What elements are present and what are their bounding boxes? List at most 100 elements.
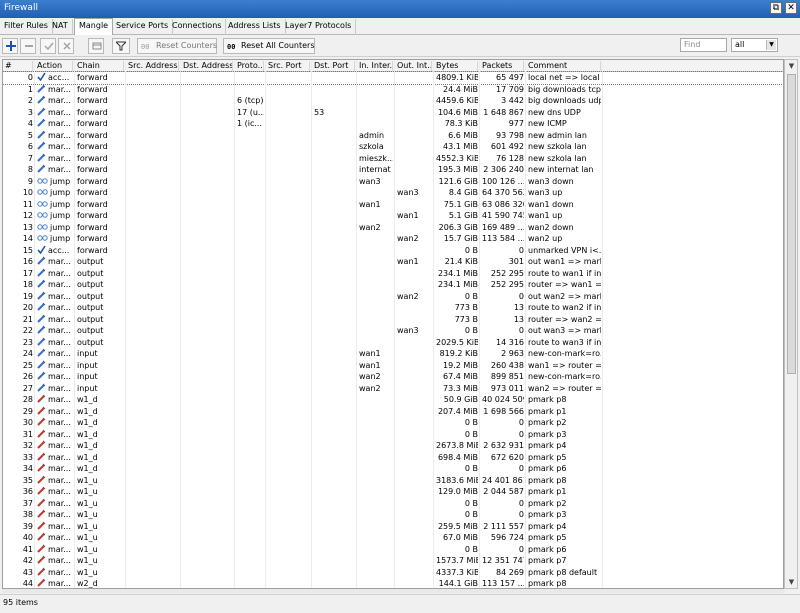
cell-num: 29 <box>22 406 33 416</box>
column-header-in-interface[interactable]: In. Inter... <box>357 61 393 72</box>
column-separator <box>479 60 480 588</box>
cell-chain: input <box>77 383 98 393</box>
action-label: mar... <box>48 383 71 393</box>
cell-packets: 17 709 <box>496 84 524 94</box>
column-header-out-interface[interactable]: Out. Int... <box>395 61 432 72</box>
cell-out-interface <box>397 498 432 509</box>
cell-dst-address <box>183 84 233 95</box>
column-header-protocol[interactable]: Proto... <box>235 61 264 72</box>
reset-counters-button[interactable]: 00 Reset Counters <box>137 38 217 54</box>
cell-src-port <box>268 555 310 566</box>
cell-protocol <box>237 509 264 520</box>
cell-num: 0 <box>27 73 33 82</box>
vertical-scrollbar[interactable]: ▼ ▼ <box>784 59 798 589</box>
tab-connections[interactable]: Connections <box>168 19 227 35</box>
restore-button[interactable]: ⧉ <box>770 2 782 14</box>
cell-bytes: 207.4 MiB <box>437 406 478 416</box>
cell-dst-port <box>314 567 355 578</box>
cell-out-interface <box>397 130 432 141</box>
column-header-packets[interactable]: Packets <box>480 61 524 72</box>
cell-comment: pmark p2 <box>528 498 567 508</box>
column-header-dst-port[interactable]: Dst. Port <box>312 61 355 72</box>
comment-button[interactable] <box>88 38 104 54</box>
cell-chain: w1_u <box>77 510 98 519</box>
cell-chain: output <box>77 280 104 289</box>
tab-mangle[interactable]: Mangle <box>74 18 114 36</box>
action-label: mar... <box>48 314 71 324</box>
cell-chain: forward <box>77 234 108 243</box>
column-header-action[interactable]: Action <box>35 61 73 72</box>
cell-protocol <box>237 521 264 532</box>
cell-protocol <box>237 130 264 141</box>
tab-layer7-protocols[interactable]: Layer7 Protocols <box>281 19 357 35</box>
enable-button[interactable] <box>40 38 56 54</box>
cell-in-interface: wan2 <box>359 222 381 232</box>
cell-action: mar... <box>37 452 73 463</box>
tab-nat[interactable]: NAT <box>48 19 73 35</box>
jump-link-icon <box>37 210 48 219</box>
scroll-down-icon[interactable]: ▼ <box>786 577 797 588</box>
reset-all-counters-button[interactable]: 00 Reset All Counters <box>223 38 315 54</box>
action-label: mar... <box>48 326 71 335</box>
cell-bytes: 129.0 MiB <box>437 487 478 496</box>
column-header-bytes[interactable]: Bytes <box>434 61 478 72</box>
tab-service-ports[interactable]: Service Ports <box>112 19 174 35</box>
cell-out-interface <box>397 279 432 290</box>
mark-pencil-icon <box>37 463 46 472</box>
cell-src-address <box>128 567 179 578</box>
cell-action: acc... <box>37 72 73 83</box>
cell-src-address <box>128 233 179 244</box>
column-header-comment[interactable]: Comment <box>526 61 601 72</box>
cell-dst-address <box>183 164 233 175</box>
cell-out-interface <box>397 452 432 463</box>
cell-packets: 100 126 ... <box>482 176 524 186</box>
cell-out-interface <box>397 440 432 451</box>
add-button[interactable] <box>2 38 18 54</box>
filter-button[interactable] <box>112 38 130 54</box>
cell-packets: 63 086 320 <box>482 199 524 209</box>
horizontal-scrollbar[interactable] <box>2 589 784 593</box>
cell-in-interface <box>359 107 393 118</box>
column-header-src-port[interactable]: Src. Port <box>266 61 310 72</box>
mark-pencil-icon <box>37 268 46 277</box>
cell-dst-address <box>183 130 233 141</box>
window-title-bar: Firewall ⧉ ✕ <box>0 0 800 18</box>
mark-pencil-icon <box>37 360 46 369</box>
cell-protocol <box>237 141 264 152</box>
tab-address-lists[interactable]: Address Lists <box>224 19 286 35</box>
scroll-thumb[interactable] <box>787 74 796 374</box>
remove-button[interactable] <box>20 38 36 54</box>
cell-src-port <box>268 567 310 578</box>
action-label: acc... <box>48 245 70 255</box>
cell-packets: 40 024 509 <box>482 395 524 404</box>
close-button[interactable]: ✕ <box>785 2 797 14</box>
cell-comment: new dns UDP <box>528 107 581 117</box>
cell-num: 22 <box>22 326 33 335</box>
cell-protocol <box>237 302 264 313</box>
find-input[interactable]: Find <box>680 38 727 52</box>
cell-dst-address <box>183 348 233 359</box>
action-label: mar... <box>48 521 71 531</box>
cell-dst-port <box>314 337 355 348</box>
cell-in-interface <box>359 417 393 428</box>
cell-src-port <box>268 578 310 588</box>
cell-dst-address <box>183 268 233 279</box>
mark-pencil-icon <box>37 475 46 484</box>
cell-num: 40 <box>22 533 33 542</box>
cell-chain: forward <box>77 96 108 105</box>
scroll-up-icon[interactable]: ▼ <box>786 61 797 72</box>
cell-src-port <box>268 291 310 302</box>
column-header-num[interactable]: # <box>3 61 33 72</box>
column-header-src-address[interactable]: Src. Address <box>126 61 179 72</box>
disable-button[interactable] <box>58 38 74 54</box>
column-header-chain[interactable]: Chain <box>75 61 124 72</box>
column-header-dst-address[interactable]: Dst. Address <box>181 61 233 72</box>
cell-comment: router => wan1 =... <box>528 280 601 289</box>
tab-filter-rules[interactable]: Filter Rules <box>0 19 53 35</box>
cell-comment: route to wan3 if in... <box>528 337 601 347</box>
cell-chain: w1_d <box>77 441 98 450</box>
cell-comment: pmark p8 <box>528 579 567 588</box>
filter-select[interactable]: all ▼ <box>731 38 778 52</box>
cell-chain: output <box>77 314 104 324</box>
cell-dst-port <box>314 84 355 95</box>
